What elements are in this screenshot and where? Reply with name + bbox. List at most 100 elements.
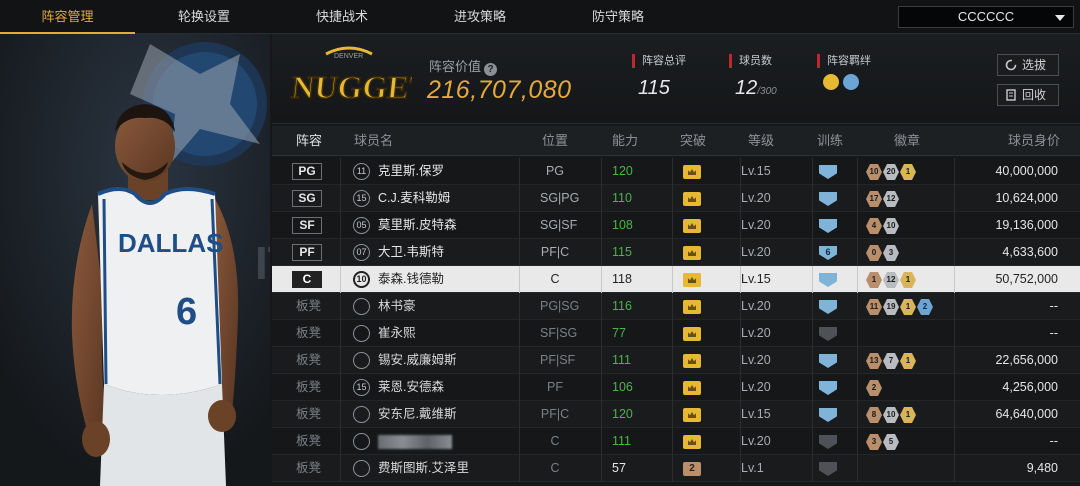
crown-icon[interactable] bbox=[683, 435, 701, 449]
training-shield-icon[interactable] bbox=[819, 165, 837, 179]
help-icon[interactable]: ? bbox=[484, 63, 498, 76]
col-worth[interactable]: 球员身价 bbox=[1008, 126, 1060, 156]
player-name[interactable]: 泰森.钱德勒 bbox=[378, 266, 444, 293]
training-shield-icon[interactable] bbox=[819, 408, 837, 422]
crown-icon[interactable] bbox=[683, 192, 701, 206]
col-position[interactable]: 位置 bbox=[542, 126, 568, 156]
col-player-name[interactable]: 球员名 bbox=[354, 126, 393, 156]
table-row[interactable]: 板凳 崔永熙 SF|SG 77 Lv.20 -- bbox=[272, 320, 1080, 347]
crown-icon[interactable] bbox=[683, 165, 701, 179]
training-shield-icon[interactable] bbox=[819, 435, 837, 449]
badge-icon[interactable]: 12 bbox=[883, 272, 899, 288]
col-breakthrough[interactable]: 突破 bbox=[680, 126, 706, 156]
tab-lineup-management[interactable]: 阵容管理 bbox=[0, 0, 135, 34]
badge-icon[interactable]: 1 bbox=[900, 272, 916, 288]
crown-icon[interactable] bbox=[683, 354, 701, 368]
training-shield-icon[interactable] bbox=[819, 300, 837, 314]
training-shield-icon[interactable] bbox=[819, 381, 837, 395]
crown-icon[interactable] bbox=[683, 273, 701, 287]
table-row[interactable]: 板凳 安东尼.戴维斯 PF|C 120 Lv.15 8 10 1 64,640,000 bbox=[272, 401, 1080, 428]
badge-icon[interactable]: 3 bbox=[866, 434, 882, 450]
col-lineup[interactable]: 阵容 bbox=[296, 126, 322, 156]
badge-icon[interactable]: 5 bbox=[883, 434, 899, 450]
table-row[interactable]: 板凳 C 111 Lv.20 3 5 -- bbox=[272, 428, 1080, 455]
badge-icon[interactable]: 19 bbox=[883, 299, 899, 315]
select-button[interactable]: 选拔 bbox=[997, 54, 1059, 76]
player-name[interactable]: 安东尼.戴维斯 bbox=[378, 401, 456, 428]
training-shield-icon[interactable] bbox=[819, 462, 837, 476]
training-shield-icon[interactable] bbox=[819, 327, 837, 341]
player-name[interactable]: 莱恩.安德森 bbox=[378, 374, 444, 401]
table-row[interactable]: PF 07 大卫.韦斯特 PF|C 115 Lv.20 6 0 3 4,633,600 bbox=[272, 239, 1080, 266]
player-name[interactable]: 崔永熙 bbox=[378, 320, 416, 347]
crown-icon[interactable] bbox=[683, 219, 701, 233]
badge-icon[interactable]: 17 bbox=[866, 191, 882, 207]
slot-position[interactable]: C bbox=[292, 271, 322, 288]
player-name[interactable]: 莫里斯.皮特森 bbox=[378, 212, 456, 239]
badge-icon[interactable]: 4 bbox=[866, 218, 882, 234]
table-row[interactable]: 板凳 林书豪 PG|SG 116 Lv.20 11 19 1 2 -- bbox=[272, 293, 1080, 320]
player-level: Lv.1 bbox=[741, 461, 764, 475]
crown-icon[interactable] bbox=[683, 381, 701, 395]
badge-icon[interactable]: 1 bbox=[900, 407, 916, 423]
col-badges[interactable]: 徽章 bbox=[894, 126, 920, 156]
player-name[interactable]: C.J.麦科勒姆 bbox=[378, 185, 450, 212]
table-row[interactable]: 板凳 15 莱恩.安德森 PF 106 Lv.20 2 4,256,000 bbox=[272, 374, 1080, 401]
player-name[interactable]: 林书豪 bbox=[378, 293, 416, 320]
col-ability[interactable]: 能力 bbox=[612, 126, 638, 156]
training-shield-icon[interactable] bbox=[819, 354, 837, 368]
training-shield-icon[interactable] bbox=[819, 192, 837, 206]
table-row[interactable]: C 10 泰森.钱德勒 C 118 Lv.15 1 12 1 50,752,000 bbox=[272, 266, 1080, 293]
col-training[interactable]: 训练 bbox=[817, 126, 843, 156]
table-row[interactable]: SG 15 C.J.麦科勒姆 SG|PG 110 Lv.20 17 12 10,624,000 bbox=[272, 185, 1080, 212]
badge-icon[interactable]: 13 bbox=[866, 353, 882, 369]
team-dropdown[interactable]: CCCCCC bbox=[898, 6, 1074, 28]
badge-icon[interactable]: 7 bbox=[883, 353, 899, 369]
badge-icon[interactable]: 1 bbox=[866, 272, 882, 288]
table-row[interactable]: 板凳 锡安.威廉姆斯 PF|SF 111 Lv.20 13 7 1 22,656,000 bbox=[272, 347, 1080, 374]
table-row[interactable]: SF 05 莫里斯.皮特森 SG|SF 108 Lv.20 4 10 19,136,000 bbox=[272, 212, 1080, 239]
tab-defense-strategy[interactable]: 防守策略 bbox=[549, 0, 687, 34]
tab-offense-strategy[interactable]: 进攻策略 bbox=[411, 0, 549, 34]
crown-icon[interactable] bbox=[683, 300, 701, 314]
badge-icon[interactable]: 10 bbox=[883, 218, 899, 234]
player-name-redacted[interactable] bbox=[378, 428, 452, 455]
crown-icon[interactable] bbox=[683, 246, 701, 260]
crown-icon[interactable] bbox=[683, 408, 701, 422]
badge-icon[interactable]: 10 bbox=[866, 164, 882, 180]
col-level[interactable]: 等级 bbox=[748, 126, 774, 156]
player-name[interactable]: 锡安.威廉姆斯 bbox=[378, 347, 456, 374]
badge-icon[interactable]: 1 bbox=[900, 164, 916, 180]
bond-gold-icon[interactable] bbox=[823, 74, 839, 90]
tab-quick-tactics[interactable]: 快捷战术 bbox=[273, 0, 411, 34]
bond-blue-icon[interactable] bbox=[843, 74, 859, 90]
slot-position[interactable]: PG bbox=[292, 163, 322, 180]
breakthrough-icon[interactable]: 2 bbox=[683, 462, 701, 476]
badge-icon[interactable]: 10 bbox=[883, 407, 899, 423]
badge-icon[interactable]: 8 bbox=[866, 407, 882, 423]
player-name[interactable]: 克里斯.保罗 bbox=[378, 158, 444, 185]
training-shield-icon[interactable] bbox=[819, 219, 837, 233]
badge-icon[interactable]: 3 bbox=[883, 245, 899, 261]
badge-icon[interactable]: 0 bbox=[866, 245, 882, 261]
badge-icon[interactable]: 20 bbox=[883, 164, 899, 180]
table-row[interactable]: PG 11 克里斯.保罗 PG 120 Lv.15 10 20 1 40,000,000 bbox=[272, 158, 1080, 185]
badge-icon[interactable]: 12 bbox=[883, 191, 899, 207]
slot-position[interactable]: SG bbox=[292, 190, 322, 207]
badge-icon[interactable]: 1 bbox=[900, 353, 916, 369]
tab-rotation-settings[interactable]: 轮换设置 bbox=[135, 0, 273, 34]
player-name[interactable]: 大卫.韦斯特 bbox=[378, 239, 444, 266]
training-shield-icon[interactable] bbox=[819, 273, 837, 287]
slot-position[interactable]: SF bbox=[292, 217, 322, 234]
recycle-button[interactable]: 回收 bbox=[997, 84, 1059, 106]
column-divider bbox=[340, 455, 341, 482]
training-shield-icon[interactable]: 6 bbox=[819, 246, 837, 260]
badge-icon[interactable]: 2 bbox=[866, 380, 882, 396]
player-name[interactable]: 费斯图斯.艾泽里 bbox=[378, 455, 469, 482]
badge-icon[interactable]: 11 bbox=[866, 299, 882, 315]
slot-position[interactable]: PF bbox=[292, 244, 322, 261]
crown-icon[interactable] bbox=[683, 327, 701, 341]
badge-icon[interactable]: 1 bbox=[900, 299, 916, 315]
table-row[interactable]: 板凳 费斯图斯.艾泽里 C 57 2 Lv.1 9,480 bbox=[272, 455, 1080, 482]
badge-icon[interactable]: 2 bbox=[917, 299, 933, 315]
